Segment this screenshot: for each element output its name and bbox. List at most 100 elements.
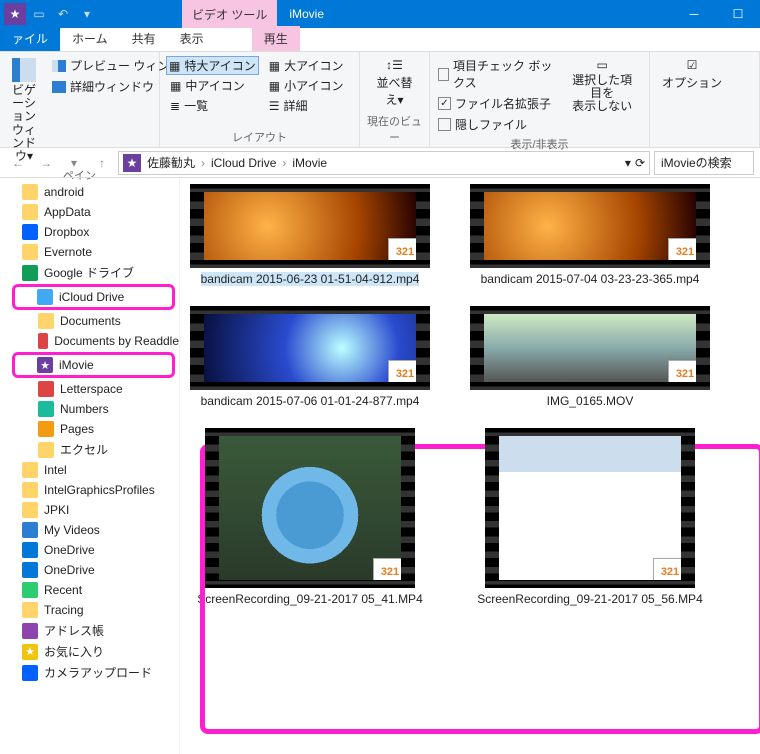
- file-name: bandicam 2015-07-04 03-23-23-365.mp4: [481, 272, 700, 286]
- folder-icon: [22, 184, 38, 200]
- qat-save-icon[interactable]: ▭: [28, 3, 50, 25]
- history-dropdown[interactable]: ▾: [62, 151, 86, 175]
- tree-item-label: iCloud Drive: [59, 290, 124, 304]
- file-thumbnail[interactable]: 321: [190, 184, 430, 268]
- dropbox-icon: [22, 224, 38, 240]
- qat-redo-icon[interactable]: ▾: [76, 3, 98, 25]
- maximize-button[interactable]: ☐: [716, 0, 760, 28]
- address-bar: ← → ▾ ↑ ★ 佐藤勧丸› iCloud Drive› iMovie ▾⟳ …: [0, 148, 760, 178]
- file-name: bandicam 2015-06-23 01-51-04-912.mp4: [201, 272, 420, 286]
- hide-selected-button[interactable]: ▭選択した項目を 表示しない: [561, 56, 643, 116]
- folder-icon: [22, 462, 38, 478]
- file-item[interactable]: 321 bandicam 2015-06-23 01-51-04-912.mp4: [190, 184, 430, 286]
- file-item[interactable]: 321bandicam 2015-07-06 01-01-24-877.mp4: [190, 306, 430, 408]
- layout-xl-button[interactable]: ▦特大アイコン: [166, 56, 259, 75]
- app-icon: [38, 333, 48, 349]
- layout-lg-button[interactable]: ▦大アイコン: [265, 56, 348, 75]
- tree-item[interactable]: JPKI: [0, 500, 179, 520]
- file-thumbnail[interactable]: 321: [190, 306, 430, 390]
- nav-tree[interactable]: android AppData Dropbox Evernote Google ドライブ…: [0, 178, 180, 754]
- recent-icon: [22, 582, 38, 598]
- file-thumbnail[interactable]: 321: [485, 428, 695, 588]
- tree-item[interactable]: OneDrive: [0, 560, 179, 580]
- tree-item-label: Evernote: [44, 245, 92, 259]
- tree-item[interactable]: Documents by Readdle: [0, 331, 179, 351]
- tree-item-label: My Videos: [44, 523, 100, 537]
- tree-item[interactable]: IntelGraphicsProfiles: [0, 480, 179, 500]
- tree-item[interactable]: Dropbox: [0, 222, 179, 242]
- breadcrumb[interactable]: ★ 佐藤勧丸› iCloud Drive› iMovie ▾⟳: [118, 151, 650, 175]
- star-icon: ★: [22, 644, 38, 660]
- minimize-button[interactable]: ─: [672, 0, 716, 28]
- up-button[interactable]: ↑: [90, 151, 114, 175]
- chk-checkboxes[interactable]: 項目チェック ボックス: [436, 56, 555, 92]
- tree-item[interactable]: Recent: [0, 580, 179, 600]
- tree-item-label: Recent: [44, 583, 82, 597]
- tree-item[interactable]: エクセル: [0, 439, 179, 460]
- grid-icon: ▦: [169, 59, 180, 73]
- chk-hidden[interactable]: 隠しファイル: [436, 115, 555, 134]
- tree-item[interactable]: OneDrive: [0, 540, 179, 560]
- tree-item[interactable]: ★iMovie: [12, 352, 175, 378]
- options-icon: ☑: [687, 58, 698, 72]
- file-item[interactable]: 321 ScreenRecording_09-21-2017 05_56.MP4: [470, 428, 710, 606]
- layout-detail-button[interactable]: ☰詳細: [265, 96, 348, 115]
- tree-item[interactable]: Evernote: [0, 242, 179, 262]
- breadcrumb-icon: ★: [123, 154, 141, 172]
- file-thumbnail[interactable]: 321: [470, 306, 710, 390]
- layout-sm-button[interactable]: ▦小アイコン: [265, 76, 348, 95]
- tab-home[interactable]: ホーム: [60, 26, 120, 51]
- tree-item[interactable]: AppData: [0, 202, 179, 222]
- crumb-seg3[interactable]: iMovie: [288, 156, 331, 170]
- tree-item[interactable]: Google ドライブ: [0, 262, 179, 283]
- file-item[interactable]: 321 bandicam 2015-07-04 03-23-23-365.mp4: [470, 184, 710, 286]
- crumb-seg1[interactable]: 佐藤勧丸: [143, 154, 199, 171]
- tree-item-label: iMovie: [59, 358, 94, 372]
- context-tab-label: ビデオ ツール: [182, 0, 277, 28]
- crumb-seg2[interactable]: iCloud Drive: [207, 156, 280, 170]
- tab-view[interactable]: 表示: [168, 26, 216, 51]
- group-label-view: 現在のビュー: [366, 111, 423, 147]
- sort-button[interactable]: ↕☰並べ替え▾: [366, 56, 423, 110]
- tree-item[interactable]: Pages: [0, 419, 179, 439]
- file-name: ScreenRecording_09-21-2017 05_56.MP4: [477, 592, 703, 606]
- layout-list-button[interactable]: ≣一覧: [166, 96, 259, 115]
- tree-item[interactable]: Tracing: [0, 600, 179, 620]
- tree-item[interactable]: Letterspace: [0, 379, 179, 399]
- search-box[interactable]: iMovieの検索: [654, 151, 754, 175]
- tree-item[interactable]: アドレス帳: [0, 620, 179, 641]
- tree-item-label: お気に入り: [44, 643, 104, 660]
- tree-item[interactable]: カメラアップロード: [0, 662, 179, 683]
- folder-icon: [38, 313, 54, 329]
- refresh-icon[interactable]: ⟳: [635, 156, 645, 170]
- layout-md-button[interactable]: ▦中アイコン: [166, 76, 259, 95]
- tab-share[interactable]: 共有: [120, 26, 168, 51]
- file-item[interactable]: 321 IMG_0165.MOV: [470, 306, 710, 408]
- file-thumbnail[interactable]: 321: [205, 428, 415, 588]
- tree-item[interactable]: ★ お気に入り: [0, 641, 179, 662]
- tree-item[interactable]: My Videos: [0, 520, 179, 540]
- file-item[interactable]: 321ScreenRecording_09-21-2017 05_41.MP4: [190, 428, 430, 606]
- back-button[interactable]: ←: [6, 151, 30, 175]
- ribbon: ビゲーション ウィンドウ▾ プレビュー ウィンドウ 詳細ウィンドウ ペイン ▦特…: [0, 52, 760, 148]
- forward-button[interactable]: →: [34, 151, 58, 175]
- tree-item-label: AppData: [44, 205, 91, 219]
- tree-item[interactable]: Documents: [0, 311, 179, 331]
- tree-item[interactable]: android: [0, 182, 179, 202]
- tab-file[interactable]: ァイル: [0, 26, 60, 51]
- grid-icon: ▦: [269, 59, 280, 73]
- list-icon: ≣: [170, 99, 180, 113]
- qat-undo-icon[interactable]: ↶: [52, 3, 74, 25]
- tree-item-label: エクセル: [60, 441, 108, 458]
- tree-item[interactable]: iCloud Drive: [12, 284, 175, 310]
- file-thumbnail[interactable]: 321: [470, 184, 710, 268]
- chk-extensions[interactable]: ✓ファイル名拡張子: [436, 94, 555, 113]
- file-name: IMG_0165.MOV: [547, 394, 634, 408]
- tree-item[interactable]: Numbers: [0, 399, 179, 419]
- options-button[interactable]: ☑オプション: [656, 56, 728, 93]
- folder-icon: [38, 442, 54, 458]
- file-list[interactable]: 321bandicam 2015-06-23 01-51-04-912.mp43…: [180, 178, 760, 754]
- dropdown-icon[interactable]: ▾: [625, 156, 631, 170]
- tab-play[interactable]: 再生: [252, 26, 300, 51]
- tree-item[interactable]: Intel: [0, 460, 179, 480]
